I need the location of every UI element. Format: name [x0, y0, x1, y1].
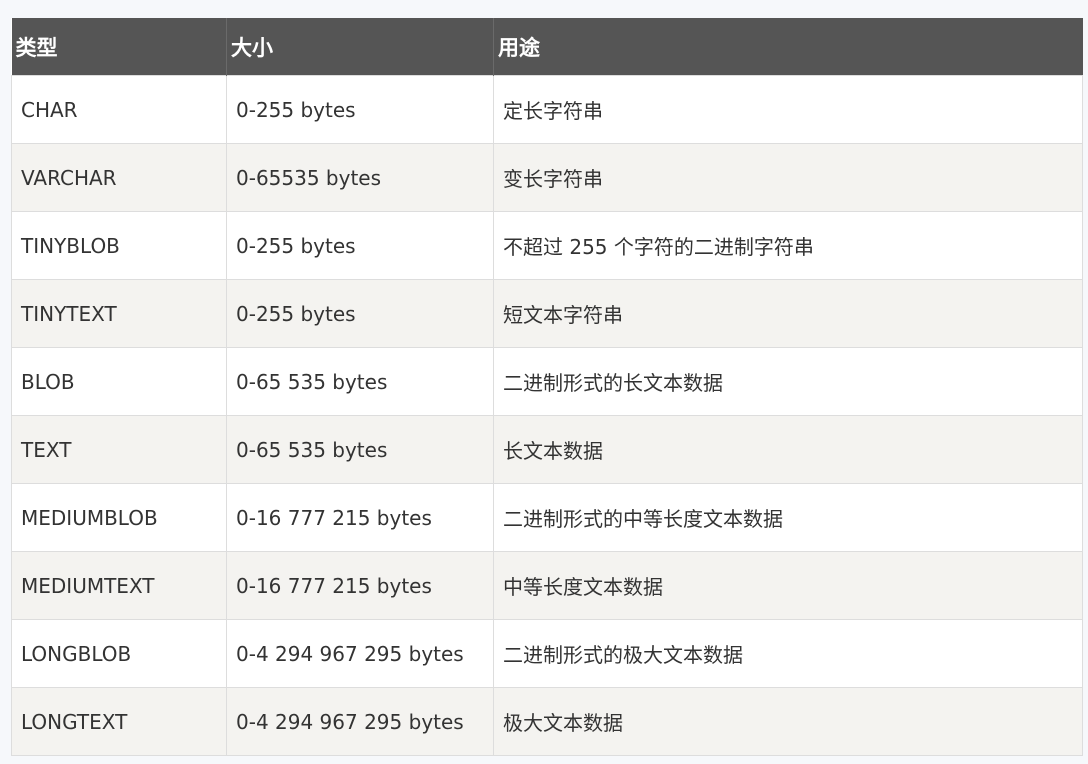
- table-header: 类型 大小 用途: [11, 18, 1083, 76]
- table-row: TINYTEXT 0-255 bytes 短文本字符串: [11, 279, 1083, 348]
- cell-usage: 不超过 255 个字符的二进制字符串: [493, 211, 1083, 280]
- header-size: 大小: [226, 18, 494, 76]
- cell-size: 0-255 bytes: [226, 75, 494, 144]
- table-row: VARCHAR 0-65535 bytes 变长字符串: [11, 143, 1083, 212]
- cell-usage: 变长字符串: [493, 143, 1083, 212]
- cell-type: MEDIUMTEXT: [11, 551, 227, 620]
- table-row: CHAR 0-255 bytes 定长字符串: [11, 75, 1083, 144]
- cell-type: TEXT: [11, 415, 227, 484]
- table-row: MEDIUMTEXT 0-16 777 215 bytes 中等长度文本数据: [11, 551, 1083, 620]
- cell-usage: 二进制形式的长文本数据: [493, 347, 1083, 416]
- cell-size: 0-255 bytes: [226, 279, 494, 348]
- header-row: 类型 大小 用途: [11, 18, 1083, 76]
- cell-size: 0-4 294 967 295 bytes: [226, 619, 494, 688]
- cell-type: CHAR: [11, 75, 227, 144]
- cell-size: 0-65 535 bytes: [226, 347, 494, 416]
- cell-size: 0-16 777 215 bytes: [226, 483, 494, 552]
- table-row: MEDIUMBLOB 0-16 777 215 bytes 二进制形式的中等长度…: [11, 483, 1083, 552]
- header-type: 类型: [11, 18, 227, 76]
- cell-type: TINYTEXT: [11, 279, 227, 348]
- table-row: LONGTEXT 0-4 294 967 295 bytes 极大文本数据: [11, 687, 1083, 756]
- cell-usage: 定长字符串: [493, 75, 1083, 144]
- table-row: TEXT 0-65 535 bytes 长文本数据: [11, 415, 1083, 484]
- cell-usage: 短文本字符串: [493, 279, 1083, 348]
- cell-size: 0-65 535 bytes: [226, 415, 494, 484]
- cell-usage: 极大文本数据: [493, 687, 1083, 756]
- cell-size: 0-16 777 215 bytes: [226, 551, 494, 620]
- cell-type: LONGTEXT: [11, 687, 227, 756]
- cell-type: MEDIUMBLOB: [11, 483, 227, 552]
- cell-type: LONGBLOB: [11, 619, 227, 688]
- cell-size: 0-255 bytes: [226, 211, 494, 280]
- data-types-table: 类型 大小 用途 CHAR 0-255 bytes 定长字符串 VARCHAR …: [11, 18, 1083, 756]
- cell-type: BLOB: [11, 347, 227, 416]
- cell-type: VARCHAR: [11, 143, 227, 212]
- table-body: CHAR 0-255 bytes 定长字符串 VARCHAR 0-65535 b…: [11, 75, 1083, 756]
- data-types-table-container: 类型 大小 用途 CHAR 0-255 bytes 定长字符串 VARCHAR …: [11, 18, 1083, 756]
- cell-usage: 二进制形式的极大文本数据: [493, 619, 1083, 688]
- table-row: TINYBLOB 0-255 bytes 不超过 255 个字符的二进制字符串: [11, 211, 1083, 280]
- cell-size: 0-4 294 967 295 bytes: [226, 687, 494, 756]
- cell-type: TINYBLOB: [11, 211, 227, 280]
- table-row: BLOB 0-65 535 bytes 二进制形式的长文本数据: [11, 347, 1083, 416]
- cell-usage: 中等长度文本数据: [493, 551, 1083, 620]
- table-row: LONGBLOB 0-4 294 967 295 bytes 二进制形式的极大文…: [11, 619, 1083, 688]
- cell-usage: 二进制形式的中等长度文本数据: [493, 483, 1083, 552]
- cell-usage: 长文本数据: [493, 415, 1083, 484]
- header-usage: 用途: [493, 18, 1083, 76]
- cell-size: 0-65535 bytes: [226, 143, 494, 212]
